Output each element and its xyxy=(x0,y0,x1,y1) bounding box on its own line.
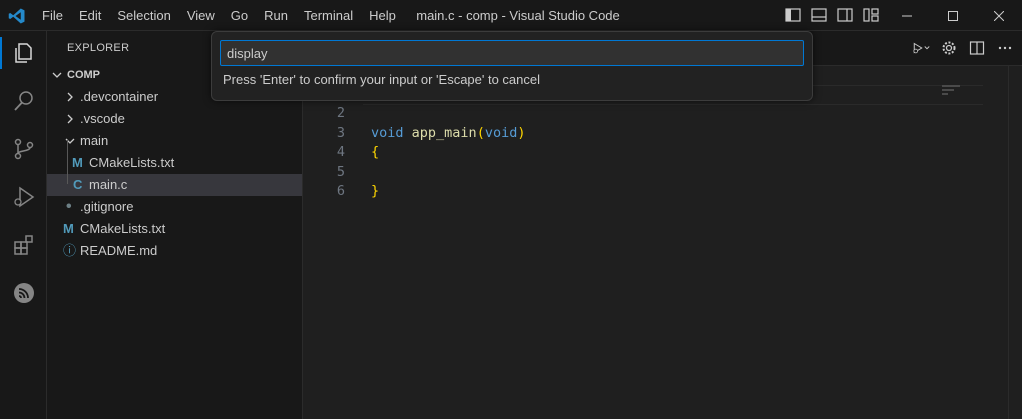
customize-layout-icon[interactable] xyxy=(862,7,880,23)
menu-terminal[interactable]: Terminal xyxy=(296,0,361,31)
minimize-button[interactable] xyxy=(884,0,930,31)
line-number: 3 xyxy=(336,124,345,141)
code-line: 6 } xyxy=(303,182,1022,202)
vscode-logo-icon[interactable] xyxy=(8,7,26,25)
chevron-down-icon xyxy=(52,72,62,78)
menu-file[interactable]: File xyxy=(34,0,71,31)
espressif-icon xyxy=(13,283,34,303)
source-control-icon xyxy=(14,138,33,160)
title-bar: File Edit Selection View Go Run Terminal… xyxy=(0,0,1022,31)
activity-source-control[interactable] xyxy=(0,129,47,169)
code-text: { xyxy=(371,144,380,160)
extensions-icon xyxy=(13,235,33,255)
menu-edit[interactable]: Edit xyxy=(71,0,109,31)
tree-indent-guide xyxy=(67,140,68,184)
settings-button[interactable] xyxy=(940,40,958,56)
maximize-button[interactable] xyxy=(930,0,976,31)
run-button[interactable] xyxy=(912,40,930,56)
quick-input-widget: Press 'Enter' to confirm your input or '… xyxy=(211,31,813,101)
keyword-token: void xyxy=(484,124,518,141)
chevron-right-icon xyxy=(67,92,73,102)
gear-icon xyxy=(942,41,956,55)
tree-item-label: .vscode xyxy=(80,111,125,126)
cmake-file-icon: M xyxy=(72,155,83,170)
keyword-token: void xyxy=(371,124,404,141)
activity-bar xyxy=(0,31,47,419)
code-line: 2 xyxy=(303,104,1022,124)
info-icon: ⓘ xyxy=(63,243,77,258)
activity-run-debug[interactable] xyxy=(0,177,47,217)
run-debug-icon xyxy=(13,186,34,208)
tree-item-vscode[interactable]: .vscode xyxy=(47,108,302,130)
tree-item-label: main xyxy=(80,133,109,148)
layout-controls xyxy=(784,7,880,23)
toggle-panel-icon[interactable] xyxy=(810,7,828,23)
code-text: void app_main(void) xyxy=(371,124,526,141)
tree-item-label: .devcontainer xyxy=(80,89,159,104)
tree-item-label: CMakeLists.txt xyxy=(80,221,166,236)
chevron-right-icon xyxy=(67,114,73,124)
activity-explorer[interactable] xyxy=(0,33,47,73)
tree-item-main[interactable]: main xyxy=(47,130,302,152)
search-icon xyxy=(13,91,33,111)
menu-run[interactable]: Run xyxy=(256,0,296,31)
tree-item-label: main.c xyxy=(89,177,128,192)
maximize-icon xyxy=(948,10,958,21)
line-number: 2 xyxy=(336,105,345,121)
run-debug-icon xyxy=(913,42,930,54)
code-line: 3 void app_main(void) xyxy=(303,124,1022,144)
split-editor-button[interactable] xyxy=(968,40,986,56)
code-text: } xyxy=(371,183,380,199)
minimap[interactable] xyxy=(942,85,972,105)
tree-item-main-c[interactable]: C main.c xyxy=(47,174,302,196)
window-controls xyxy=(884,0,1022,31)
files-icon xyxy=(14,43,32,63)
line-number: 6 xyxy=(336,183,345,199)
activity-extensions[interactable] xyxy=(0,225,47,265)
function-token: app_main xyxy=(411,124,477,141)
tree-item-main-cmakelists[interactable]: M CMakeLists.txt xyxy=(47,152,302,174)
window-title: main.c - comp - Visual Studio Code xyxy=(416,8,620,23)
line-number: 4 xyxy=(336,144,345,160)
quick-input-field[interactable] xyxy=(220,40,804,66)
tree-item-gitignore[interactable]: • .gitignore xyxy=(47,196,302,218)
more-actions-button[interactable] xyxy=(996,40,1014,56)
menu-view[interactable]: View xyxy=(179,0,223,31)
quick-input-message: Press 'Enter' to confirm your input or '… xyxy=(223,72,541,87)
close-window-button[interactable] xyxy=(976,0,1022,31)
sidebar-title: EXPLORER xyxy=(67,42,130,54)
minimize-icon xyxy=(902,15,912,16)
tree-item-label: .gitignore xyxy=(80,199,134,214)
close-icon xyxy=(994,10,1004,21)
menu-help[interactable]: Help xyxy=(361,0,404,31)
menu-bar: File Edit Selection View Go Run Terminal… xyxy=(34,0,404,31)
code-editor[interactable]: 2 3 void app_main(void) 4 { 5 6 } xyxy=(303,104,1022,202)
code-line: 4 { xyxy=(303,143,1022,163)
tree-item-root-cmakelists[interactable]: M CMakeLists.txt xyxy=(47,218,302,240)
editor-actions xyxy=(912,40,1014,56)
line-number: 5 xyxy=(336,163,345,180)
split-editor-icon xyxy=(969,41,985,55)
toggle-secondary-sidebar-icon[interactable] xyxy=(836,7,854,23)
code-line: 5 xyxy=(303,163,1022,183)
tree-item-label: COMP xyxy=(67,69,100,81)
menu-selection[interactable]: Selection xyxy=(109,0,178,31)
menu-go[interactable]: Go xyxy=(223,0,256,31)
gitignore-file-icon: • xyxy=(66,198,72,215)
cmake-file-icon: M xyxy=(63,221,74,236)
activity-search[interactable] xyxy=(0,81,47,121)
tree-item-label: CMakeLists.txt xyxy=(89,155,175,170)
c-file-icon: C xyxy=(73,177,83,192)
toggle-primary-sidebar-icon[interactable] xyxy=(784,7,802,23)
more-icon xyxy=(998,46,1012,50)
tree-item-readme[interactable]: ⓘ README.md xyxy=(47,240,302,262)
tree-item-label: README.md xyxy=(80,243,158,258)
activity-espressif[interactable] xyxy=(0,273,47,313)
